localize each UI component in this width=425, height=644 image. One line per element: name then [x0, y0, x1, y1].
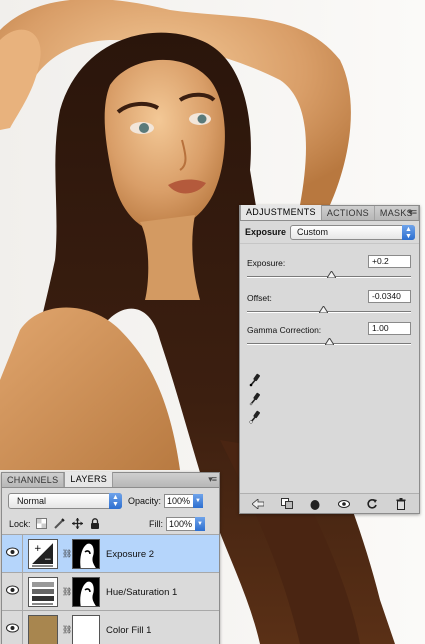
- fill-arrow-icon[interactable]: ▼: [195, 517, 205, 531]
- gamma-slider-thumb[interactable]: [325, 338, 334, 345]
- layers-panel-menu-icon[interactable]: ▾≡: [208, 474, 217, 485]
- dropdown-arrow-icon: ▲ ▼: [402, 224, 415, 240]
- panel-menu-icon[interactable]: ▾≡: [408, 207, 417, 218]
- offset-slider-thumb[interactable]: [319, 306, 328, 313]
- offset-slider-track[interactable]: [247, 311, 411, 313]
- adjustments-panel: ADJUSTMENTS ACTIONS MASKS ▾≡ Exposure Cu…: [239, 205, 420, 514]
- gray-point-eyedropper-icon[interactable]: [249, 392, 261, 406]
- black-point-eyedropper-icon[interactable]: [249, 373, 261, 387]
- lock-all-icon[interactable]: [90, 518, 101, 529]
- layer-mask-thumbnail[interactable]: [72, 539, 100, 569]
- exposure-value-field[interactable]: +0.2: [368, 255, 411, 268]
- svg-text:−: −: [44, 555, 52, 565]
- toggle-visibility-icon[interactable]: [309, 498, 321, 510]
- visibility-eye-icon[interactable]: [6, 585, 19, 595]
- lock-fill-row: Lock: Fill: 100% ▼: [2, 513, 219, 535]
- layer-row-exposure-2[interactable]: + − ⛓ Exposure 2: [2, 535, 219, 573]
- adjustment-header: Exposure Custom ▲ ▼: [240, 221, 419, 244]
- exposure-slider-thumb[interactable]: [327, 271, 336, 278]
- adjustment-type-label: Exposure: [245, 227, 287, 237]
- adjustments-footer: [240, 493, 419, 513]
- opacity-arrow-icon[interactable]: ▼: [193, 493, 204, 508]
- opacity-label: Opacity:: [128, 495, 162, 506]
- lock-image-pixels-icon[interactable]: [53, 518, 65, 529]
- exposure-adjustment-icon: + −: [28, 539, 58, 569]
- delete-icon[interactable]: [395, 497, 407, 510]
- fill-field[interactable]: 100% ▼: [166, 517, 205, 531]
- offset-value-field[interactable]: -0.0340: [368, 290, 411, 303]
- blend-dropdown-arrow-icon: ▲ ▼: [109, 492, 122, 509]
- layer-name: Exposure 2: [106, 549, 155, 560]
- mask-link-icon[interactable]: ⛓: [62, 587, 72, 596]
- gamma-value-field[interactable]: 1.00: [368, 322, 411, 335]
- fill-value: 100%: [169, 519, 193, 529]
- tab-adjustments[interactable]: ADJUSTMENTS: [240, 205, 322, 220]
- visibility-eye-icon[interactable]: [6, 623, 19, 633]
- opacity-field[interactable]: 100% ▼: [164, 493, 204, 508]
- hue-saturation-adjustment-icon: [28, 577, 58, 607]
- view-previous-icon[interactable]: [337, 498, 350, 510]
- layers-panel: CHANNELS LAYERS ▾≡ Normal ▲ ▼ Opacity: 10…: [1, 472, 220, 644]
- gamma-label: Gamma Correction:: [247, 325, 322, 335]
- blend-mode-dropdown[interactable]: Normal ▲ ▼: [8, 492, 122, 509]
- reset-icon[interactable]: [366, 498, 378, 510]
- lock-label: Lock:: [9, 518, 31, 529]
- tab-layers[interactable]: LAYERS: [64, 472, 114, 487]
- visibility-eye-icon[interactable]: [6, 547, 19, 557]
- layer-mask-thumbnail[interactable]: [72, 615, 100, 644]
- adjustments-tabbar: ADJUSTMENTS ACTIONS MASKS ▾≡: [240, 205, 419, 221]
- lock-transparent-pixels-icon[interactable]: [35, 518, 47, 529]
- gamma-slider-group: Gamma Correction: 1.00: [240, 322, 421, 353]
- blend-opacity-row: Normal ▲ ▼ Opacity: 100% ▼: [2, 488, 219, 513]
- fill-label: Fill:: [149, 519, 163, 529]
- blend-mode-value: Normal: [17, 495, 47, 506]
- exposure-label: Exposure:: [247, 258, 286, 268]
- layer-name: Color Fill 1: [106, 625, 152, 636]
- mask-link-icon[interactable]: ⛓: [62, 549, 72, 558]
- exposure-slider-group: Exposure: +0.2: [240, 255, 421, 286]
- tab-channels[interactable]: CHANNELS: [2, 473, 65, 487]
- layer-mask-thumbnail[interactable]: [72, 577, 100, 607]
- preset-value: Custom: [297, 226, 329, 237]
- preset-dropdown[interactable]: Custom ▲ ▼: [290, 224, 415, 240]
- fill-control: Fill: 100% ▼: [149, 517, 205, 531]
- mask-link-icon[interactable]: ⛓: [62, 625, 72, 634]
- layer-row-hue-saturation-1[interactable]: ⛓ Hue/Saturation 1: [2, 573, 219, 611]
- white-point-eyedropper-icon[interactable]: [249, 410, 261, 424]
- tab-actions[interactable]: ACTIONS: [322, 206, 375, 220]
- back-arrow-icon[interactable]: [252, 498, 265, 510]
- color-fill-swatch: [28, 615, 58, 644]
- layer-row-color-fill-1[interactable]: ⛓ Color Fill 1: [2, 611, 219, 644]
- opacity-value: 100%: [167, 495, 191, 506]
- layer-name: Hue/Saturation 1: [106, 587, 178, 598]
- offset-slider-group: Offset: -0.0340: [240, 290, 421, 321]
- lock-position-icon[interactable]: [71, 518, 83, 529]
- clip-to-layer-icon[interactable]: [280, 498, 293, 510]
- offset-label: Offset:: [247, 293, 272, 303]
- svg-text:+: +: [34, 544, 42, 554]
- layers-tabbar: CHANNELS LAYERS ▾≡: [2, 472, 219, 488]
